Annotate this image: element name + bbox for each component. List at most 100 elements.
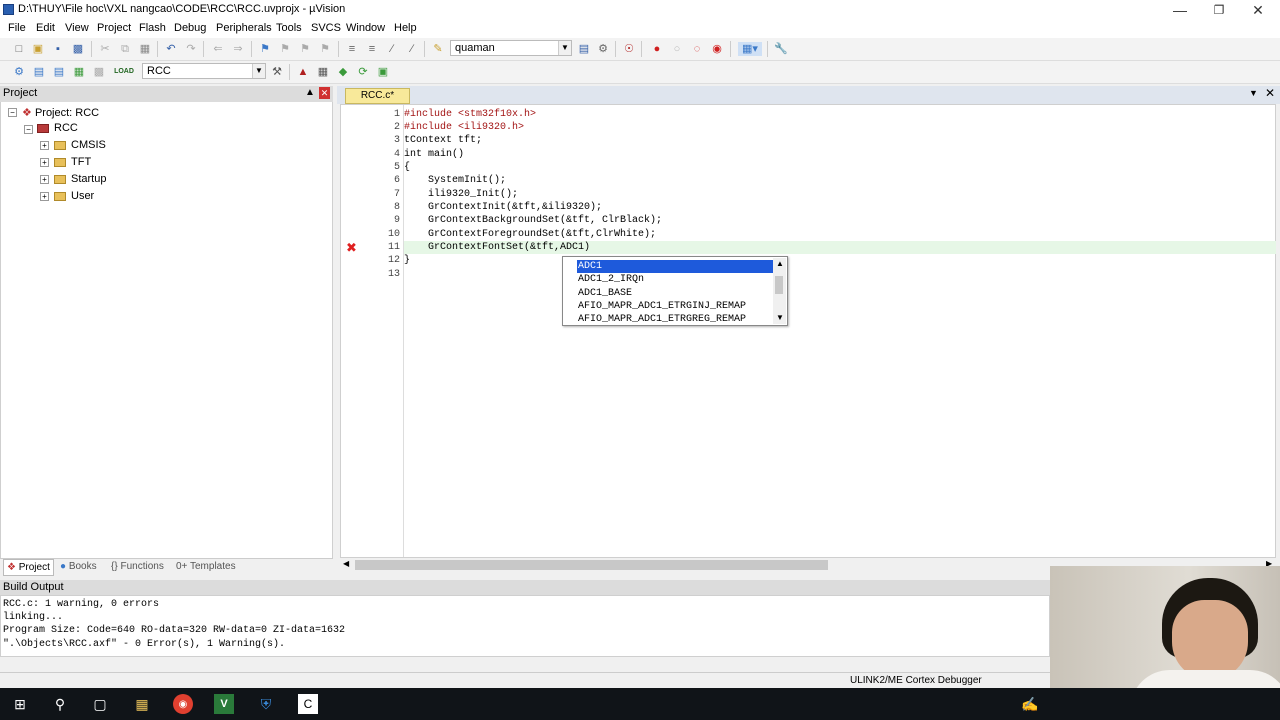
incremental-find-icon[interactable]: ▤	[577, 42, 591, 56]
menu-svcs[interactable]: SVCS	[311, 22, 341, 34]
unindent-icon[interactable]: ≡	[365, 42, 379, 56]
security-shield-icon[interactable]: ⛨	[256, 694, 276, 714]
nav-back-icon[interactable]: ⇐	[211, 42, 225, 56]
tree-group-tft[interactable]: TFT	[54, 156, 91, 168]
tab-list-icon[interactable]: ▼	[1249, 88, 1258, 98]
autocomplete-item[interactable]: ADC1_BASE	[578, 287, 632, 300]
batch-build-icon[interactable]: ▦	[72, 65, 86, 79]
restore-button[interactable]: ❐	[1199, 0, 1239, 20]
code-line[interactable]: {	[404, 162, 410, 173]
clear-bookmarks-icon[interactable]: ⚑	[318, 42, 332, 56]
close-button[interactable]: ✕	[1238, 0, 1278, 20]
expand-icon[interactable]: +	[40, 192, 49, 201]
menu-peripherals[interactable]: Peripherals	[216, 22, 272, 34]
code-line[interactable]: SystemInit();	[404, 175, 506, 186]
save-all-icon[interactable]: ▩	[71, 42, 85, 56]
uncomment-icon[interactable]: ∕	[405, 42, 419, 56]
uvision-icon[interactable]: V	[214, 694, 234, 714]
code-line[interactable]: }	[404, 255, 410, 266]
scrollbar-thumb[interactable]	[775, 276, 783, 294]
editor-tab-rcc[interactable]: RCC.c*	[345, 88, 410, 104]
code-editor[interactable]	[340, 104, 1276, 558]
code-line[interactable]: tContext tft;	[404, 135, 482, 146]
autocomplete-item[interactable]: AFIO_MAPR_ADC1_ETRGREG_REMAP	[578, 313, 746, 326]
file-explorer-icon[interactable]: ▦	[132, 694, 152, 714]
stop-build-icon[interactable]: ▩	[92, 65, 106, 79]
next-bookmark-icon[interactable]: ⚑	[298, 42, 312, 56]
comment-icon[interactable]: ∕	[385, 42, 399, 56]
load-icon[interactable]: LOAD	[114, 65, 134, 79]
debug-session-icon[interactable]: ☉	[622, 42, 636, 56]
code-line[interactable]: int main()	[404, 149, 464, 160]
disable-all-breakpoints-icon[interactable]: ◌	[690, 42, 704, 56]
copy-icon[interactable]: ⧉	[118, 42, 132, 56]
menu-project[interactable]: Project	[97, 22, 131, 34]
menu-tools[interactable]: Tools	[276, 22, 302, 34]
menu-help[interactable]: Help	[394, 22, 417, 34]
autocomplete-item[interactable]: AFIO_MAPR_ADC1_ETRGINJ_REMAP	[578, 300, 746, 313]
target-combo[interactable]: RCC ▼	[142, 63, 266, 79]
tab-functions[interactable]: {} Functions	[111, 561, 164, 572]
code-line[interactable]: GrContextForegroundSet(&tft,ClrWhite);	[404, 229, 656, 240]
tree-group-cmsis[interactable]: CMSIS	[54, 139, 106, 151]
tab-templates[interactable]: 0+ Templates	[176, 561, 236, 572]
indent-icon[interactable]: ≡	[345, 42, 359, 56]
tree-project-root[interactable]: ❖ Project: RCC	[22, 106, 99, 119]
file-extensions-icon[interactable]: ▦	[316, 65, 330, 79]
minimize-button[interactable]: —	[1160, 0, 1200, 20]
scroll-down-icon[interactable]: ▼	[776, 313, 784, 322]
build-icon[interactable]: ▤	[32, 65, 46, 79]
tree-group-user[interactable]: User	[54, 190, 94, 202]
menu-edit[interactable]: Edit	[36, 22, 55, 34]
search-icon[interactable]: ⚲	[50, 694, 70, 714]
undo-icon[interactable]: ↶	[164, 42, 178, 56]
pen-workspace-icon[interactable]: ✍	[1020, 694, 1040, 714]
chevron-down-icon[interactable]: ▼	[252, 64, 265, 78]
translate-icon[interactable]: ⚙	[12, 65, 26, 79]
task-view-icon[interactable]: ▢	[90, 694, 110, 714]
chevron-down-icon[interactable]: ▼	[558, 41, 571, 55]
kill-breakpoints-icon[interactable]: ◉	[710, 42, 724, 56]
rebuild-icon[interactable]: ▤	[52, 65, 66, 79]
prev-bookmark-icon[interactable]: ⚑	[278, 42, 292, 56]
tree-target[interactable]: RCC	[37, 122, 78, 134]
scroll-up-icon[interactable]: ▲	[776, 259, 784, 268]
save-icon[interactable]: ▪	[51, 42, 65, 56]
find-combo[interactable]: quaman ▼	[450, 40, 572, 56]
autocomplete-item[interactable]: ADC1_2_IRQn	[578, 273, 644, 286]
menu-file[interactable]: File	[8, 22, 26, 34]
autocomplete-item-selected[interactable]: ADC1	[578, 260, 602, 273]
menu-flash[interactable]: Flash	[139, 22, 166, 34]
tab-project[interactable]: ❖ Project	[3, 559, 54, 576]
bookmark-icon[interactable]: ⚑	[258, 42, 272, 56]
open-file-icon[interactable]: ▣	[31, 42, 45, 56]
code-line[interactable]: GrContextBackgroundSet(&tft, ClrBlack);	[404, 215, 662, 226]
expand-icon[interactable]: +	[40, 158, 49, 167]
code-line[interactable]: #include <ili9320.h>	[404, 122, 524, 133]
expand-icon[interactable]: +	[40, 175, 49, 184]
pack-installer-icon[interactable]: ◆	[336, 65, 350, 79]
tree-group-startup[interactable]: Startup	[54, 173, 106, 185]
manage-project-icon[interactable]: ▲	[296, 65, 310, 79]
code-line[interactable]: #include <stm32f10x.h>	[404, 109, 536, 120]
tab-books[interactable]: ● Books	[60, 561, 97, 572]
start-windows-icon[interactable]: ⊞	[10, 694, 30, 714]
collapse-icon[interactable]: −	[8, 108, 17, 117]
run-time-environment-icon[interactable]: ▣	[376, 65, 390, 79]
find-icon[interactable]: ⚙	[596, 42, 610, 56]
autocomplete-scrollbar[interactable]: ▲ ▼	[773, 258, 786, 324]
code-line[interactable]: GrContextInit(&tft,&ili9320);	[404, 202, 602, 213]
redo-icon[interactable]: ↷	[184, 42, 198, 56]
disable-breakpoint-icon[interactable]: ○	[670, 42, 684, 56]
new-file-icon[interactable]: □	[12, 42, 26, 56]
collapse-icon[interactable]: −	[24, 125, 33, 134]
expand-icon[interactable]: +	[40, 141, 49, 150]
menu-debug[interactable]: Debug	[174, 22, 206, 34]
configure-icon[interactable]: 🔧	[774, 42, 788, 56]
chrome-icon[interactable]: ◉	[173, 694, 193, 714]
target-options-icon[interactable]: ⚒	[270, 65, 284, 79]
breakpoint-icon[interactable]: ●	[650, 42, 664, 56]
menu-window[interactable]: Window	[346, 22, 385, 34]
pin-icon[interactable]: ▲	[305, 87, 315, 98]
cut-icon[interactable]: ✂	[98, 42, 112, 56]
